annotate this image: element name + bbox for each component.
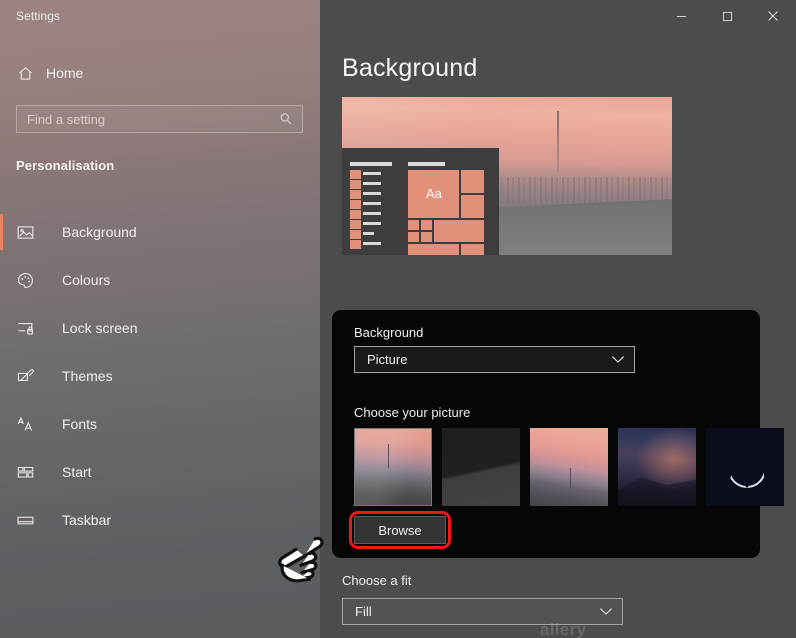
- sidebar-item-background[interactable]: Background: [0, 208, 320, 256]
- wallpaper-preview: Aa: [342, 97, 672, 255]
- thumbnail-sunset-city[interactable]: [354, 428, 432, 506]
- preview-mock-window: Aa: [342, 148, 499, 255]
- sidebar-label: Fonts: [62, 416, 98, 432]
- sidebar-item-colours[interactable]: Colours: [0, 256, 320, 304]
- sidebar-item-start[interactable]: Start: [0, 448, 320, 496]
- browse-button-group: Browse: [349, 511, 451, 549]
- thumbnail-pink-sky[interactable]: [530, 428, 608, 506]
- sidebar-item-taskbar[interactable]: Taskbar: [0, 496, 320, 544]
- chevron-down-icon: [611, 355, 625, 364]
- page-title: Background: [342, 54, 478, 82]
- background-label: Background: [354, 325, 424, 340]
- home-label: Home: [46, 65, 84, 81]
- background-type-value: Picture: [367, 352, 408, 367]
- choose-fit-label: Choose a fit: [342, 573, 412, 588]
- home-icon: [8, 65, 42, 82]
- sidebar-item-themes[interactable]: Themes: [0, 352, 320, 400]
- start-tiles-icon: [16, 463, 46, 482]
- preview-sample-text: Aa: [426, 186, 442, 201]
- background-settings-card: Background Picture Choose your picture B…: [332, 310, 784, 558]
- background-type-dropdown[interactable]: Picture: [354, 346, 635, 373]
- search-icon[interactable]: [279, 112, 302, 126]
- lock-screen-icon: [16, 319, 46, 338]
- thumbnail-dark-gray[interactable]: [442, 428, 520, 506]
- sidebar-nav: Background Colours Lock screen Themes Fo…: [0, 208, 320, 544]
- sidebar: Settings Home Personalisation: [0, 0, 320, 638]
- maximise-button[interactable]: [704, 0, 750, 32]
- settings-window: Settings Home Personalisation: [0, 0, 796, 638]
- fonts-aa-icon: [16, 415, 46, 434]
- search-input[interactable]: [17, 106, 279, 132]
- sidebar-label: Themes: [62, 368, 113, 384]
- palette-icon: [16, 271, 46, 290]
- picture-icon: [16, 223, 46, 242]
- sidebar-item-lock-screen[interactable]: Lock screen: [0, 304, 320, 352]
- sidebar-item-home[interactable]: Home: [8, 59, 308, 87]
- close-button[interactable]: [750, 0, 796, 32]
- brush-icon: [16, 367, 46, 386]
- taskbar-icon: [16, 511, 46, 530]
- sidebar-label: Background: [62, 224, 137, 240]
- sidebar-label: Taskbar: [62, 512, 112, 528]
- choose-picture-label: Choose your picture: [354, 405, 471, 420]
- search-box[interactable]: [16, 105, 303, 133]
- thumbnail-crescent-moon[interactable]: [706, 428, 784, 506]
- minimise-button[interactable]: [658, 0, 704, 32]
- watermark: allery: [540, 620, 587, 638]
- picture-thumbnail-list: [354, 428, 784, 506]
- sidebar-label: Start: [62, 464, 92, 480]
- sidebar-item-fonts[interactable]: Fonts: [0, 400, 320, 448]
- sidebar-section-header: Personalisation: [16, 158, 115, 173]
- browse-button[interactable]: Browse: [354, 516, 446, 544]
- app-title: Settings: [16, 9, 61, 23]
- window-titlebar: [658, 0, 796, 32]
- fit-value: Fill: [355, 604, 372, 619]
- main-content: Background Aa Background Picture Choose …: [320, 0, 796, 638]
- sidebar-label: Lock screen: [62, 320, 138, 336]
- sidebar-label: Colours: [62, 272, 111, 288]
- thumbnail-blue-mountain[interactable]: [618, 428, 696, 506]
- chevron-down-icon: [599, 607, 613, 616]
